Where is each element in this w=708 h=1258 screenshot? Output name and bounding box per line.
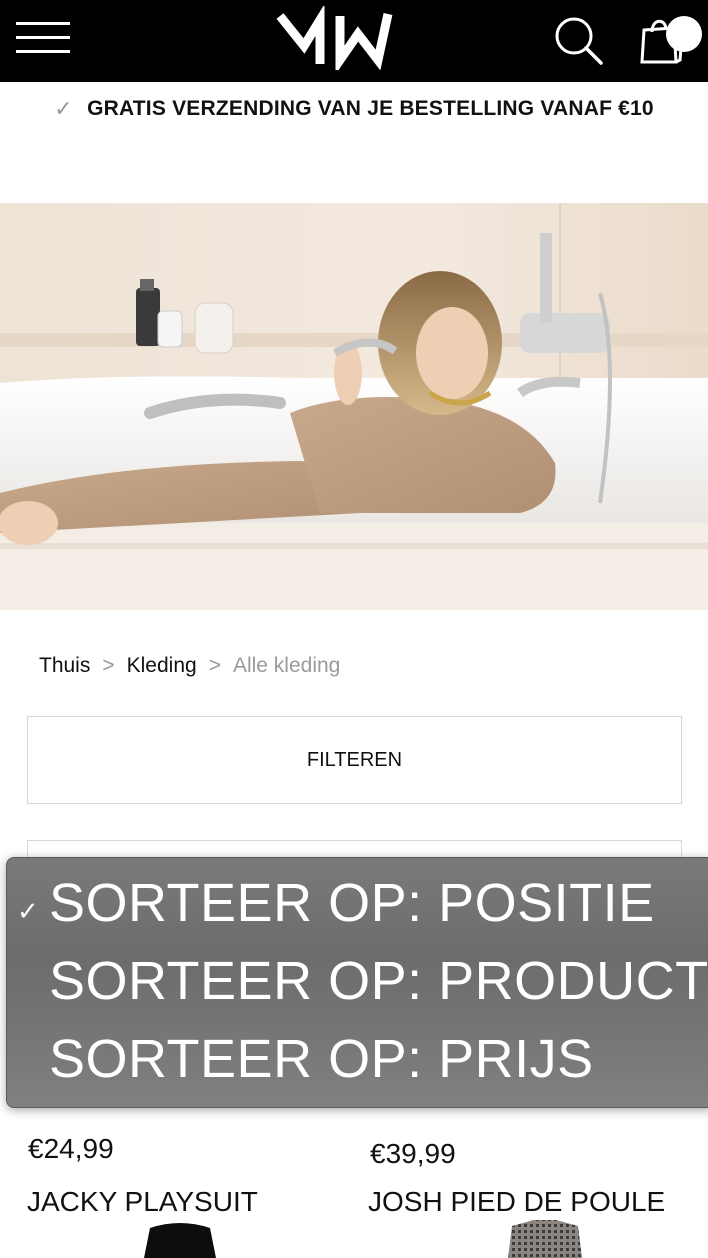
breadcrumb-home-link[interactable]: Thuis xyxy=(39,654,90,677)
breadcrumb: Thuis > Kleding > Alle kleding xyxy=(39,654,340,678)
filter-button[interactable]: FILTEREN xyxy=(27,716,682,804)
check-icon: ✓ xyxy=(54,96,73,121)
sort-option-position[interactable]: SORTEER OP: POSITIE xyxy=(49,872,655,934)
breadcrumb-separator: > xyxy=(208,654,221,677)
sort-option-price[interactable]: SORTEER OP: PRIJS xyxy=(49,1028,594,1090)
selected-check-icon: ✓ xyxy=(17,896,39,926)
shipping-text: GRATIS VERZENDING VAN JE BESTELLING VANA… xyxy=(87,97,654,120)
product-image-jacky-playsuit[interactable] xyxy=(130,1222,230,1258)
breadcrumb-separator: > xyxy=(102,654,115,677)
cart-count-badge xyxy=(666,16,702,52)
product-price: €39,99 xyxy=(370,1138,456,1169)
sort-option-productname[interactable]: SORTEER OP: PRODUCTNAAM xyxy=(49,950,708,1012)
hero-banner-image xyxy=(0,203,708,610)
brand-logo[interactable] xyxy=(274,6,396,70)
breadcrumb-current: Alle kleding xyxy=(232,654,341,677)
sort-dropdown-menu[interactable]: ✓ SORTEER OP: POSITIE SORTEER OP: PRODUC… xyxy=(6,857,708,1108)
shipping-banner: ✓ GRATIS VERZENDING VAN JE BESTELLING VA… xyxy=(0,96,708,144)
product-image-josh-pied-de-poule[interactable] xyxy=(500,1218,590,1258)
product-name[interactable]: JOSH PIED DE POULE xyxy=(368,1186,665,1218)
product-price: €24,99 xyxy=(28,1133,114,1164)
hamburger-menu-icon[interactable] xyxy=(16,22,70,56)
breadcrumb-clothing-link[interactable]: Kleding xyxy=(127,654,197,677)
site-header xyxy=(0,0,708,82)
product-name[interactable]: JACKY PLAYSUIT xyxy=(27,1186,258,1218)
search-icon[interactable] xyxy=(552,14,606,68)
